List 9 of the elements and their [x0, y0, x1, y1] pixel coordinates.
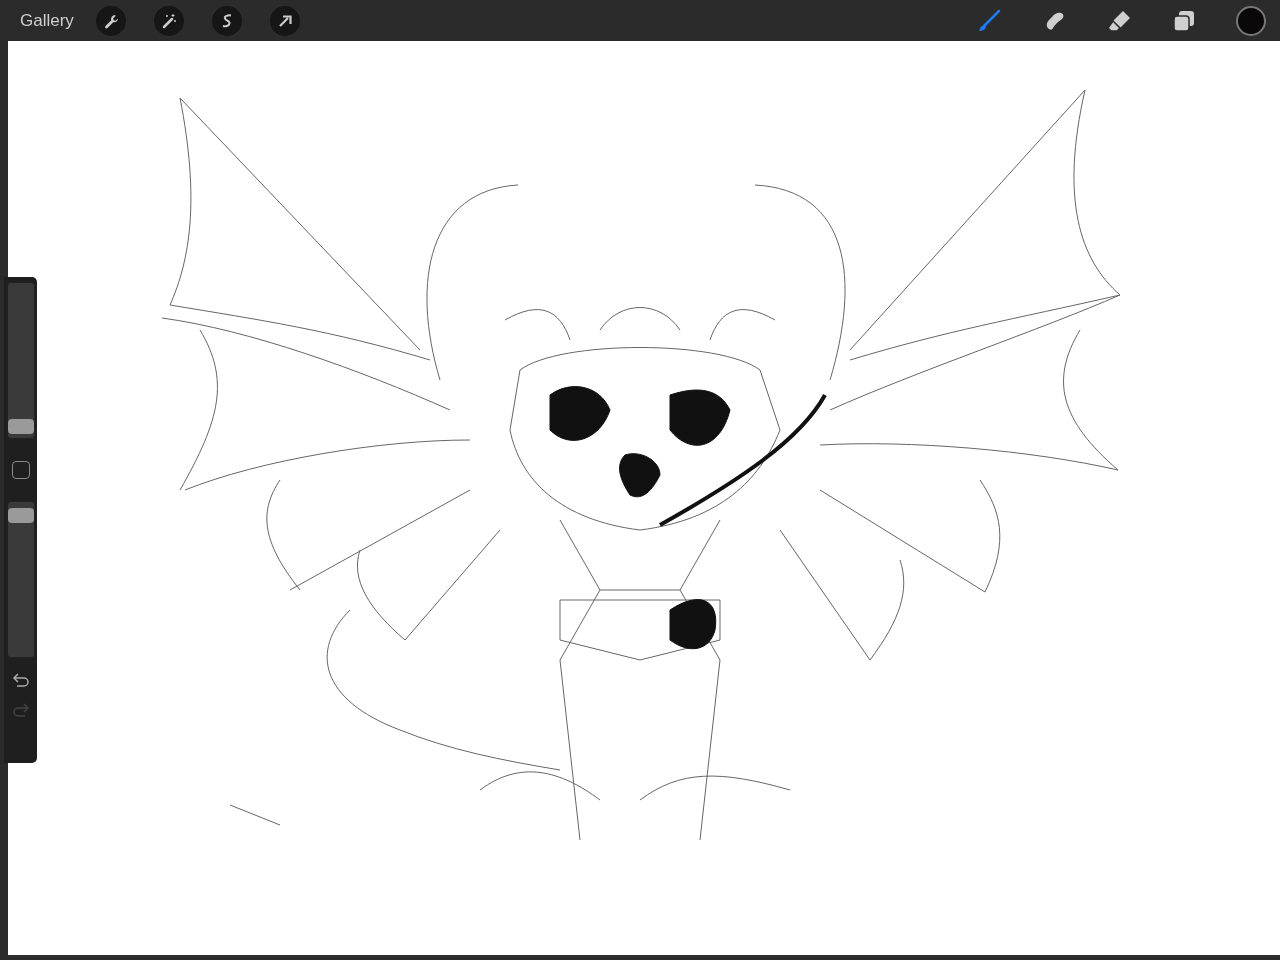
color-swatch[interactable]: [1236, 5, 1266, 36]
undo-icon[interactable]: [11, 672, 30, 688]
gallery-button[interactable]: Gallery: [20, 10, 74, 31]
selection-icon[interactable]: [211, 5, 242, 36]
wand-icon[interactable]: [153, 5, 184, 36]
wrench-icon[interactable]: [95, 5, 126, 36]
modify-button[interactable]: [11, 461, 30, 479]
slider-thumb[interactable]: [7, 507, 34, 523]
slider-thumb[interactable]: [7, 418, 34, 434]
